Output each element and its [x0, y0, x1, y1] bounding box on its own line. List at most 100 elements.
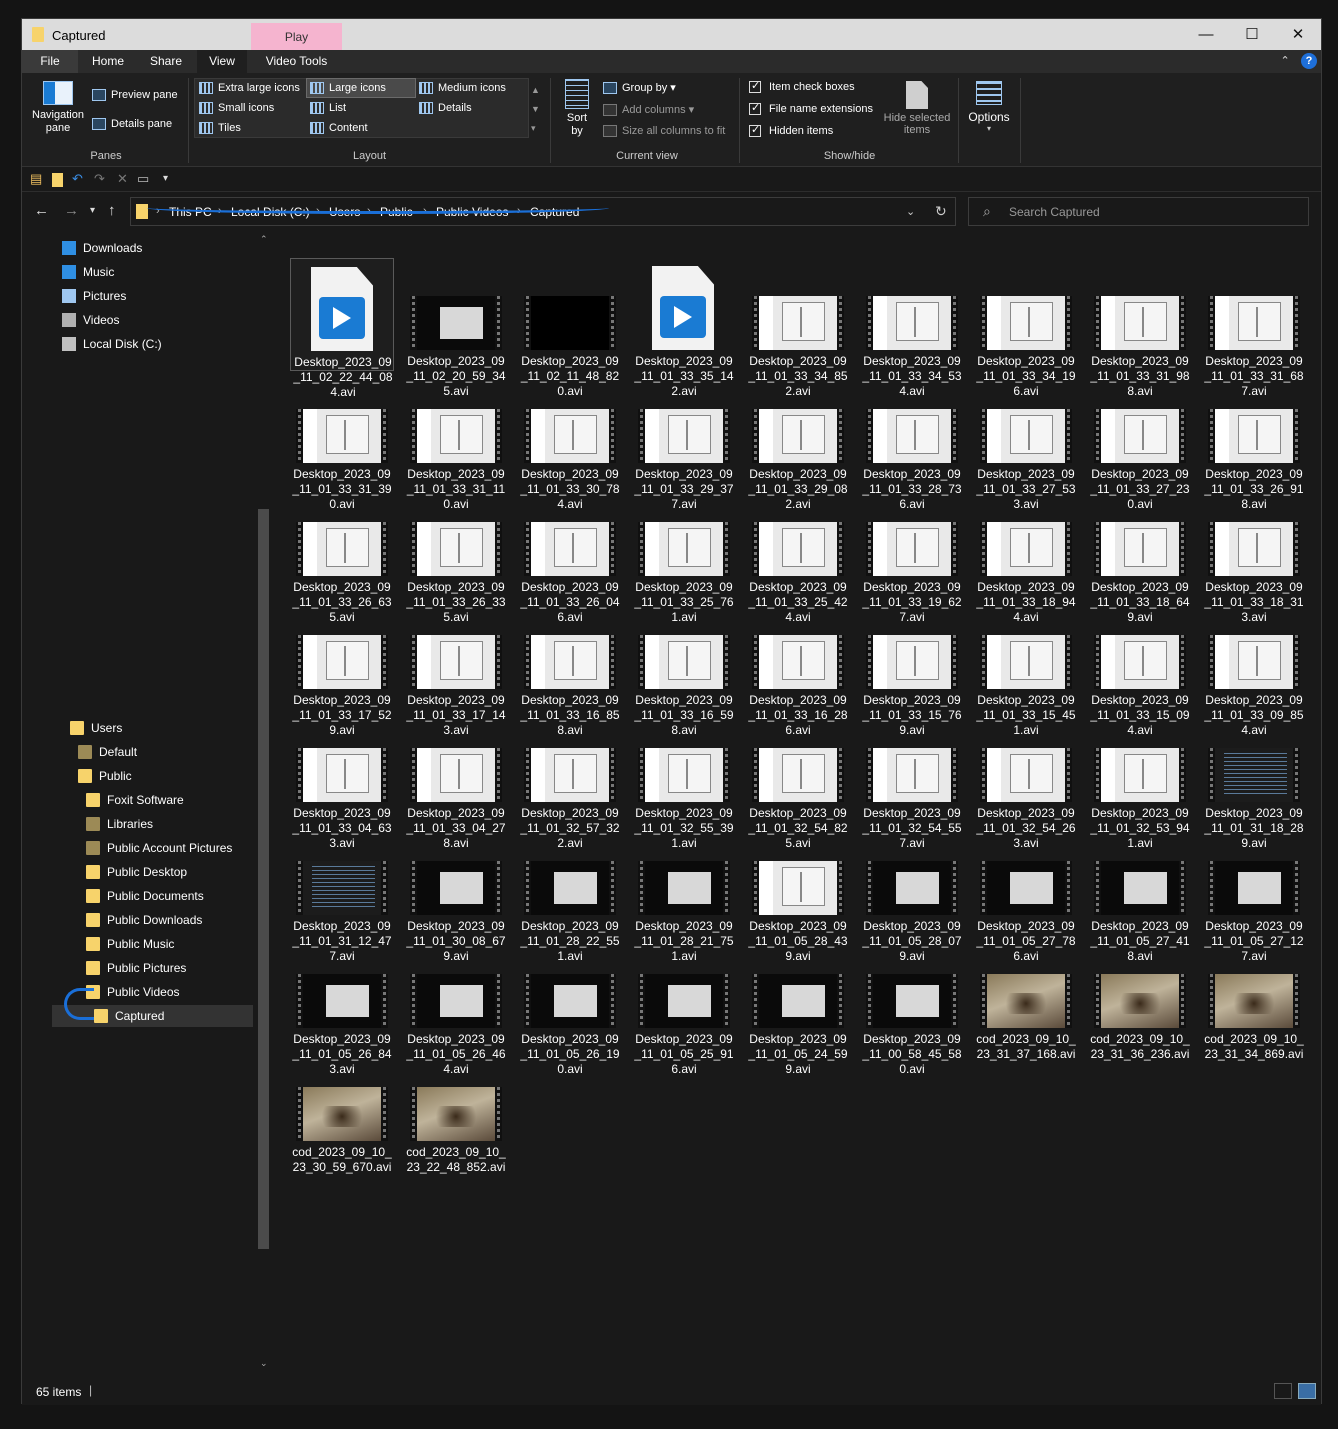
file-item[interactable]: Desktop_2023_09_11_01_05_26_843.avi — [290, 936, 394, 1076]
file-item[interactable]: Desktop_2023_09_11_01_33_25_761.avi — [632, 484, 736, 624]
file-item[interactable]: Desktop_2023_09_11_01_33_31_390.avi — [290, 371, 394, 511]
file-item[interactable]: Desktop_2023_09_11_01_33_17_143.avi — [404, 597, 508, 737]
new-folder-icon[interactable] — [52, 173, 63, 187]
file-item[interactable]: cod_2023_09_10_23_30_59_670.avi — [290, 1049, 394, 1174]
file-item[interactable]: Desktop_2023_09_11_01_33_29_082.avi — [746, 371, 850, 511]
file-item[interactable]: Desktop_2023_09_11_02_20_59_345.avi — [404, 258, 508, 398]
file-item[interactable]: cod_2023_09_10_23_22_48_852.avi — [404, 1049, 508, 1174]
file-item[interactable]: Desktop_2023_09_11_01_32_55_391.avi — [632, 710, 736, 850]
tiles-option[interactable]: Tiles — [199, 122, 241, 134]
scroll-up-icon[interactable]: ⌃ — [260, 234, 268, 245]
file-item[interactable]: Desktop_2023_09_11_02_11_48_820.avi — [518, 258, 622, 398]
up-icon[interactable]: ↑ — [108, 202, 116, 219]
nav-item-public-documents[interactable]: Public Documents — [86, 885, 204, 907]
file-item[interactable]: Desktop_2023_09_11_01_33_16_286.avi — [746, 597, 850, 737]
nav-item-public-music[interactable]: Public Music — [86, 933, 174, 955]
file-item[interactable]: Desktop_2023_09_11_01_33_17_529.avi — [290, 597, 394, 737]
file-item[interactable]: Desktop_2023_09_11_01_05_25_916.avi — [632, 936, 736, 1076]
small-icons-option[interactable]: Small icons — [199, 102, 274, 114]
file-item[interactable]: Desktop_2023_09_11_01_05_26_190.avi — [518, 936, 622, 1076]
file-name-extensions-toggle[interactable]: File name extensions — [749, 101, 873, 115]
forward-icon[interactable]: → — [64, 202, 79, 219]
file-item[interactable]: Desktop_2023_09_11_01_32_53_941.avi — [1088, 710, 1192, 850]
delete-icon[interactable]: ✕ — [117, 171, 128, 187]
nav-item-public-downloads[interactable]: Public Downloads — [86, 909, 202, 931]
file-item[interactable]: Desktop_2023_09_11_01_05_24_599.avi — [746, 936, 850, 1076]
details-view-icon[interactable] — [1274, 1383, 1292, 1399]
file-item[interactable]: Desktop_2023_09_11_01_05_26_464.avi — [404, 936, 508, 1076]
details-option[interactable]: Details — [419, 102, 472, 114]
nav-item-public-videos[interactable]: Public Videos — [86, 981, 180, 1003]
file-item[interactable]: Desktop_2023_09_11_01_33_26_635.avi — [290, 484, 394, 624]
file-item[interactable]: Desktop_2023_09_11_01_30_08_679.avi — [404, 823, 508, 963]
file-item[interactable]: Desktop_2023_09_11_01_05_27_418.avi — [1088, 823, 1192, 963]
file-item[interactable]: cod_2023_09_10_23_31_34_869.avi — [1202, 936, 1306, 1061]
file-item[interactable]: Desktop_2023_09_11_01_28_21_751.avi — [632, 823, 736, 963]
tab-home[interactable]: Home — [82, 50, 134, 73]
file-item[interactable]: Desktop_2023_09_11_01_33_18_313.avi — [1202, 484, 1306, 624]
file-item[interactable]: Desktop_2023_09_11_01_33_18_649.avi — [1088, 484, 1192, 624]
file-item[interactable]: Desktop_2023_09_11_02_22_44_084.avi — [290, 258, 394, 399]
properties-icon[interactable]: ▤ — [30, 171, 42, 187]
file-item[interactable]: Desktop_2023_09_11_01_33_34_534.avi — [860, 258, 964, 398]
options-button[interactable]: Options ▾ — [964, 81, 1014, 133]
size-columns-button[interactable]: Size all columns to fit — [603, 125, 725, 137]
recent-locations-icon[interactable]: ▾ — [90, 205, 95, 216]
refresh-icon[interactable]: ↻ — [935, 203, 947, 220]
file-item[interactable]: Desktop_2023_09_11_01_33_31_687.avi — [1202, 258, 1306, 398]
collapse-ribbon-icon[interactable]: ⌃ — [1280, 55, 1289, 67]
file-item[interactable]: Desktop_2023_09_11_01_05_27_786.avi — [974, 823, 1078, 963]
file-item[interactable]: Desktop_2023_09_11_01_32_54_825.avi — [746, 710, 850, 850]
hidden-items-toggle[interactable]: Hidden items — [749, 123, 833, 137]
customize-qat-icon[interactable]: ▾ — [163, 173, 168, 184]
file-item[interactable]: Desktop_2023_09_11_01_33_18_944.avi — [974, 484, 1078, 624]
tab-play[interactable]: Play — [251, 23, 342, 50]
file-item[interactable]: Desktop_2023_09_11_01_05_27_127.avi — [1202, 823, 1306, 963]
close-button[interactable]: ✕ — [1275, 19, 1321, 50]
maximize-button[interactable]: ☐ — [1229, 19, 1275, 50]
preview-pane-button[interactable]: Preview pane — [92, 89, 178, 101]
redo-icon[interactable]: ↷ — [94, 171, 105, 187]
file-item[interactable]: Desktop_2023_09_11_01_32_54_263.avi — [974, 710, 1078, 850]
file-item[interactable]: Desktop_2023_09_11_01_33_35_142.avi — [632, 258, 736, 398]
content-option[interactable]: Content — [310, 122, 368, 134]
file-item[interactable]: Desktop_2023_09_11_01_33_16_598.avi — [632, 597, 736, 737]
file-item[interactable]: Desktop_2023_09_11_01_33_34_196.avi — [974, 258, 1078, 398]
file-item[interactable]: Desktop_2023_09_11_01_05_28_079.avi — [860, 823, 964, 963]
extra-large-icons-option[interactable]: Extra large icons — [199, 82, 300, 94]
nav-item-local-disk-c[interactable]: Local Disk (C:) — [62, 333, 162, 355]
file-item[interactable]: Desktop_2023_09_11_01_33_26_918.avi — [1202, 371, 1306, 511]
file-item[interactable]: Desktop_2023_09_11_01_33_04_278.avi — [404, 710, 508, 850]
file-item[interactable]: cod_2023_09_10_23_31_37_168.avi — [974, 936, 1078, 1061]
tab-share[interactable]: Share — [138, 50, 194, 73]
hide-selected-items-button[interactable]: Hide selected items — [880, 81, 954, 136]
add-columns-button[interactable]: Add columns ▾ — [603, 103, 694, 116]
file-item[interactable]: Desktop_2023_09_11_01_32_57_322.avi — [518, 710, 622, 850]
file-item[interactable]: Desktop_2023_09_11_01_33_30_784.avi — [518, 371, 622, 511]
nav-item-pictures[interactable]: Pictures — [62, 285, 126, 307]
file-item[interactable]: Desktop_2023_09_11_01_33_26_335.avi — [404, 484, 508, 624]
file-item[interactable]: Desktop_2023_09_11_01_33_04_633.avi — [290, 710, 394, 850]
nav-item-public[interactable]: Public — [78, 765, 132, 787]
file-item[interactable]: Desktop_2023_09_11_01_33_28_736.avi — [860, 371, 964, 511]
nav-item-music[interactable]: Music — [62, 261, 114, 283]
file-item[interactable]: Desktop_2023_09_11_01_33_19_627.avi — [860, 484, 964, 624]
tab-view[interactable]: View — [197, 50, 247, 73]
scroll-down-icon[interactable]: ⌄ — [260, 1358, 268, 1369]
item-check-boxes-toggle[interactable]: Item check boxes — [749, 79, 855, 93]
file-item[interactable]: Desktop_2023_09_11_01_33_31_988.avi — [1088, 258, 1192, 398]
medium-icons-option[interactable]: Medium icons — [419, 82, 506, 94]
tab-video-tools[interactable]: Video Tools — [251, 50, 342, 73]
nav-item-libraries[interactable]: Libraries — [86, 813, 153, 835]
file-item[interactable]: Desktop_2023_09_11_01_32_54_557.avi — [860, 710, 964, 850]
nav-item-public-pictures[interactable]: Public Pictures — [86, 957, 186, 979]
nav-item-downloads[interactable]: Downloads — [62, 237, 142, 259]
search-input[interactable]: ⌕ Search Captured — [968, 197, 1309, 226]
nav-item-default[interactable]: Default — [78, 741, 137, 763]
file-item[interactable]: Desktop_2023_09_11_01_33_34_852.avi — [746, 258, 850, 398]
file-item[interactable]: Desktop_2023_09_11_00_58_45_580.avi — [860, 936, 964, 1076]
address-dropdown-icon[interactable]: ⌄ — [906, 205, 915, 218]
file-item[interactable]: cod_2023_09_10_23_31_36_236.avi — [1088, 936, 1192, 1061]
navigation-pane-button[interactable]: Navigation pane — [28, 81, 88, 135]
list-option[interactable]: List — [310, 102, 346, 114]
